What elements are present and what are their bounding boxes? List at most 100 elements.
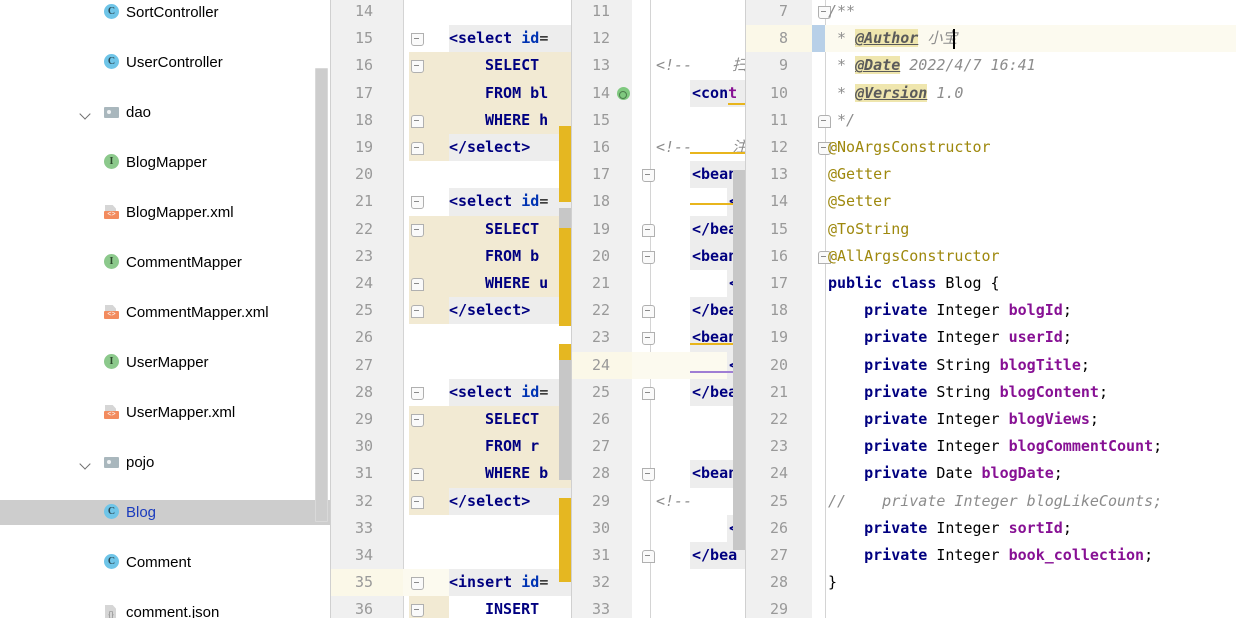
code-line[interactable]: 22 SELECT bbox=[331, 216, 571, 243]
code-line[interactable]: 23 <bean bbox=[572, 324, 745, 352]
code-fold-toggle[interactable] bbox=[411, 60, 424, 74]
code-line[interactable]: 33 bbox=[331, 515, 571, 542]
code-fold-toggle[interactable] bbox=[411, 386, 424, 400]
code-line[interactable]: 11 bbox=[572, 0, 745, 25]
code-line[interactable]: 14 @Setter bbox=[746, 188, 1236, 215]
code-line[interactable]: 26 private Integer sortId; bbox=[746, 515, 1236, 542]
code-line[interactable]: 25 </select> bbox=[331, 297, 571, 325]
code-fold-toggle[interactable] bbox=[642, 305, 655, 319]
code-line[interactable]: 19 private Integer userId; bbox=[746, 324, 1236, 351]
code-line[interactable]: 32 </select> bbox=[331, 487, 571, 515]
code-line[interactable]: 28 <bean bbox=[572, 460, 745, 488]
code-line[interactable]: 24 WHERE u bbox=[331, 270, 571, 297]
code-line[interactable]: 15 <select id= bbox=[331, 25, 571, 53]
code-fold-toggle[interactable] bbox=[411, 468, 424, 482]
code-fold-toggle[interactable] bbox=[642, 386, 655, 400]
code-line[interactable]: 10 * @Version 1.0 bbox=[746, 80, 1236, 107]
code-line[interactable]: 30< bbox=[572, 514, 745, 542]
intention-bulb-icon[interactable] bbox=[617, 86, 630, 100]
code-fold-toggle[interactable] bbox=[642, 332, 655, 346]
code-line[interactable]: 21 <select id= bbox=[331, 188, 571, 216]
tree-item-blog[interactable]: Blog bbox=[0, 500, 330, 525]
tree-item-usermapper[interactable]: UserMapper bbox=[0, 350, 330, 375]
code-line[interactable]: 28} bbox=[746, 569, 1236, 596]
tree-item-pojo[interactable]: pojo bbox=[0, 450, 330, 475]
code-line[interactable]: 20 <bean bbox=[572, 242, 745, 270]
code-fold-toggle[interactable] bbox=[642, 223, 655, 237]
chevron-down-icon[interactable] bbox=[78, 105, 94, 121]
code-line[interactable]: 35 <insert id= bbox=[331, 569, 571, 597]
code-line[interactable]: 18 private Integer bolgId; bbox=[746, 297, 1236, 324]
code-line[interactable]: 29 <!-- bbox=[572, 488, 745, 515]
code-line[interactable]: 19 </bea bbox=[572, 215, 745, 243]
editor-pane-blog-java[interactable]: 7/** 8 * @Author 小宝 9 * @Date 2022/4/7 16:… bbox=[745, 0, 1236, 618]
code-fold-toggle[interactable] bbox=[642, 169, 655, 183]
code-line[interactable]: 8 * @Author 小宝 bbox=[746, 25, 1236, 53]
code-line[interactable]: 12 bbox=[572, 25, 745, 52]
code-line[interactable]: 11 */ bbox=[746, 107, 1236, 134]
code-fold-toggle[interactable] bbox=[411, 577, 424, 591]
chevron-down-icon[interactable] bbox=[78, 455, 94, 471]
tree-item-commentmapper-xml[interactable]: CommentMapper.xml bbox=[0, 300, 330, 325]
code-line[interactable]: 7 /** bbox=[746, 0, 1236, 25]
code-line[interactable]: 18< bbox=[572, 188, 745, 216]
code-fold-toggle[interactable] bbox=[411, 305, 424, 319]
tree-item-comment[interactable]: Comment bbox=[0, 550, 330, 575]
code-line[interactable]: 22 </bea bbox=[572, 297, 745, 325]
code-line[interactable]: 32 bbox=[572, 569, 745, 596]
code-line[interactable]: 33 bbox=[572, 596, 745, 618]
code-line[interactable]: 23 FROM b bbox=[331, 243, 571, 270]
code-line[interactable]: 27 bbox=[331, 352, 571, 379]
code-line[interactable]: 30 FROM r bbox=[331, 433, 571, 460]
code-line[interactable]: 16 @AllArgsConstructor bbox=[746, 243, 1236, 270]
code-fold-toggle[interactable] bbox=[411, 196, 424, 210]
tree-item-blogmapper-xml[interactable]: BlogMapper.xml bbox=[0, 200, 330, 225]
code-line[interactable]: 23 private Integer blogCommentCount; bbox=[746, 433, 1236, 460]
code-fold-toggle[interactable] bbox=[411, 414, 424, 427]
tree-item-usercontroller[interactable]: UserController bbox=[0, 50, 330, 75]
tree-item-dao[interactable]: dao bbox=[0, 100, 330, 125]
code-line[interactable]: 19 </select> bbox=[331, 134, 571, 162]
project-tree-panel[interactable]: SortController UserController dao BlogMappe… bbox=[0, 0, 330, 618]
code-line[interactable]: 31 </bea bbox=[572, 542, 745, 570]
editor-pane-xml-mapper[interactable]: 14 15 <select id= 16 SELECT 17 FROM bl 18 WHERE … bbox=[330, 0, 571, 618]
tree-item-blogmapper[interactable]: BlogMapper bbox=[0, 150, 330, 175]
code-fold-toggle[interactable] bbox=[642, 468, 655, 482]
code-line[interactable]: 20 bbox=[331, 161, 571, 188]
code-line[interactable]: 21 private String blogContent; bbox=[746, 379, 1236, 406]
code-fold-toggle[interactable] bbox=[411, 604, 424, 618]
code-line[interactable]: 18 WHERE h bbox=[331, 107, 571, 134]
code-line[interactable]: 25 </bea bbox=[572, 378, 745, 406]
project-tree-scrollbar[interactable] bbox=[315, 68, 328, 522]
code-line[interactable]: 36 INSERT bbox=[331, 596, 571, 618]
code-line[interactable]: 28 <select id= bbox=[331, 378, 571, 406]
code-line[interactable]: 17 FROM bl bbox=[331, 80, 571, 107]
code-line[interactable]: 17 <bean bbox=[572, 161, 745, 189]
code-line[interactable]: 29 SELECT bbox=[331, 406, 571, 433]
code-fold-toggle[interactable] bbox=[411, 278, 424, 291]
code-line[interactable]: 24< bbox=[572, 351, 745, 379]
code-line[interactable]: 29 bbox=[746, 596, 1236, 618]
code-fold-toggle[interactable] bbox=[411, 114, 424, 128]
code-line[interactable]: 22 private Integer blogViews; bbox=[746, 406, 1236, 433]
code-line[interactable]: 17 public class Blog { bbox=[746, 270, 1236, 297]
code-line[interactable]: 9 * @Date 2022/4/7 16:41 bbox=[746, 52, 1236, 79]
code-line[interactable]: 26 bbox=[572, 406, 745, 433]
code-line[interactable]: 14 bbox=[331, 0, 571, 25]
tree-item-comment-json[interactable]: comment.json bbox=[0, 600, 330, 618]
code-fold-toggle[interactable] bbox=[411, 495, 424, 509]
code-line[interactable]: 24 private Date blogDate; bbox=[746, 460, 1236, 487]
code-line[interactable]: 20 private String blogTitle; bbox=[746, 352, 1236, 379]
code-line[interactable]: 27 bbox=[572, 433, 745, 460]
code-line[interactable]: 14 <cont bbox=[572, 79, 745, 107]
code-line[interactable]: 34 bbox=[331, 542, 571, 569]
code-line[interactable]: 13 <!-- 扫 bbox=[572, 52, 745, 79]
editor-pane-spring-config[interactable]: 11 12 13 <!-- 扫14<cont 15 16 <!-- 注 17 <bean 18< 19 <… bbox=[571, 0, 745, 618]
code-line[interactable]: 15 @ToString bbox=[746, 216, 1236, 243]
code-line[interactable]: 13 @Getter bbox=[746, 161, 1236, 188]
tree-item-sortcontroller[interactable]: SortController bbox=[0, 0, 330, 25]
code-line[interactable]: 12 @NoArgsConstructor bbox=[746, 134, 1236, 161]
tree-item-usermapper-xml[interactable]: UserMapper.xml bbox=[0, 400, 330, 425]
code-line[interactable]: 21< bbox=[572, 270, 745, 298]
code-fold-toggle[interactable] bbox=[642, 250, 655, 264]
